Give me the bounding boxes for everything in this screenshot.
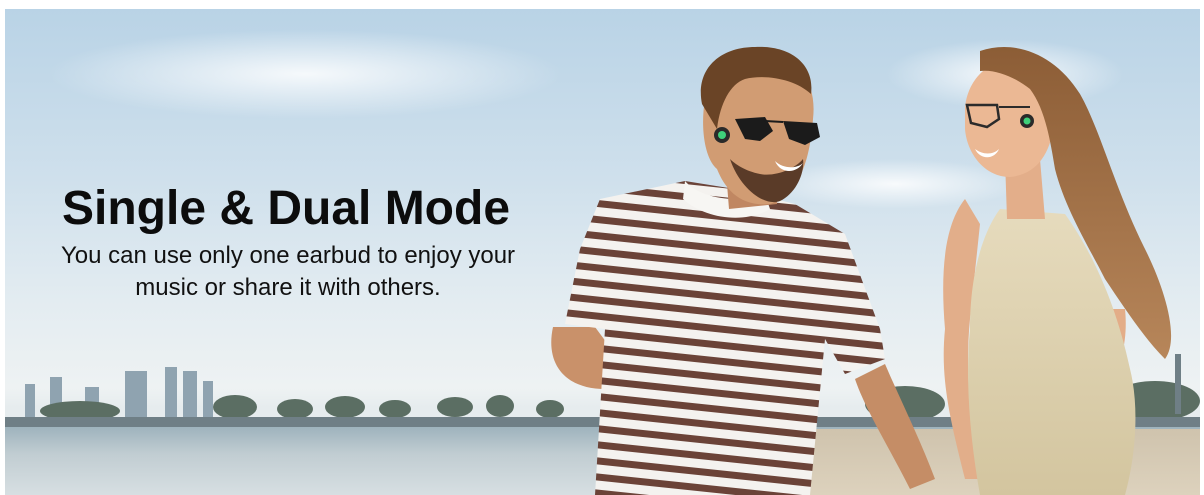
subtext: You can use only one earbud to enjoy you…: [0, 240, 576, 304]
woman-figure: [943, 46, 1172, 495]
man-figure: [551, 46, 935, 495]
subtext-line-1: You can use only one earbud to enjoy you…: [60, 242, 516, 269]
subtext-line-2: music or share it with others.: [135, 274, 441, 301]
headline: Single & Dual Mode: [61, 182, 511, 235]
